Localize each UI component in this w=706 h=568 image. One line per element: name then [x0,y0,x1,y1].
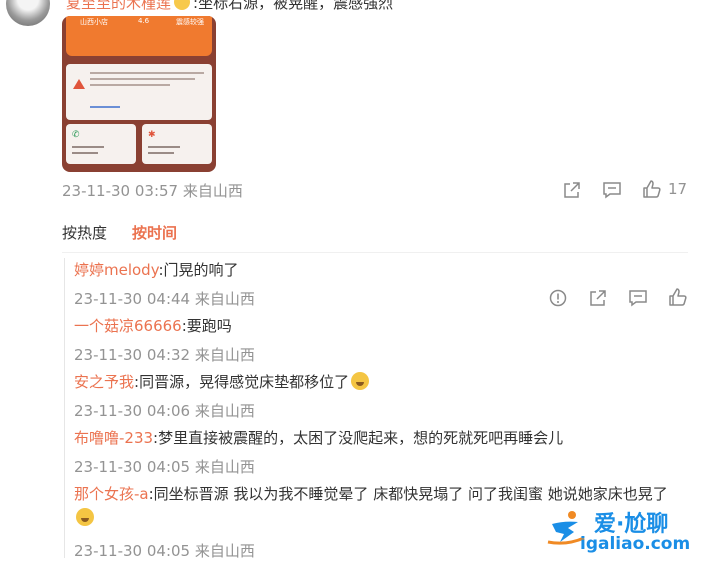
sort-by-time[interactable]: 按时间 [132,222,177,243]
reply-meta: 23-11-30 04:44 来自山西 [74,290,255,308]
divider [62,252,688,253]
emoji-icon [174,0,191,10]
like-icon[interactable] [668,287,688,307]
avatar[interactable] [6,0,50,26]
reply-item: 婷婷melody:门晃的响了 [74,258,684,282]
warning-icon [73,79,85,89]
reply-author[interactable]: 那个女孩-a [74,485,149,503]
comment-icon[interactable] [628,288,648,308]
phone-icon: ✆ [72,130,80,140]
thumbnail-header: 山西小店 4.6 震感较强 [66,16,212,56]
comment-icon[interactable] [602,180,622,200]
reply-meta: 23-11-30 04:05 来自山西 [74,542,255,560]
like-icon[interactable] [642,179,662,199]
reply-meta: 23-11-30 04:05 来自山西 [74,458,255,476]
thumbnail-card-call: ✆ [66,124,136,164]
reply-text: :同晋源，晃得感觉床垫都移位了 [134,373,350,391]
replies-thread-line [64,258,65,558]
reply-author[interactable]: 布噜噜-233 [74,429,153,447]
reply-item: 布噜噜-233:梦里直接被震醒的，太困了没爬起来，想的死就死吧再睡会儿 [74,426,684,450]
watermark-url: igaliao.com [580,534,691,554]
post-meta: 23-11-30 03:57 来自山西 [62,182,243,200]
thumbnail-location: 山西小店 [80,18,108,26]
watermark: 爱·尬聊 igaliao.com [540,498,706,568]
sort-by-hot[interactable]: 按热度 [62,222,107,243]
reply-text: :门晃的响了 [158,261,239,279]
reply-meta: 23-11-30 04:06 来自山西 [74,402,255,420]
reply-author[interactable]: 婷婷melody [74,261,159,279]
post-author[interactable]: 夏至至的木槿莲 [66,0,171,12]
emoji-icon [351,372,370,390]
post-content: :坐标右源，被晃醒，震感强烈 [193,0,394,12]
reply-meta: 23-11-30 04:32 来自山西 [74,346,255,364]
thumbnail-card-report: ✱ [142,124,212,164]
like-count: 17 [668,180,688,198]
reply-text: :梦里直接被震醒的，太困了没爬起来，想的死就死吧再睡会儿 [153,429,564,447]
reply-author[interactable]: 一个菇凉66666 [74,317,182,335]
reply-author[interactable]: 安之予我 [74,373,134,391]
share-icon[interactable] [562,180,582,200]
report-icon[interactable] [548,288,568,308]
share-icon[interactable] [588,288,608,308]
reply-text: :要跑吗 [181,317,232,335]
thumbnail-intensity: 震感较强 [176,18,204,26]
asterisk-icon: ✱ [148,130,156,140]
emoji-icon [76,508,94,526]
reply-item: 安之予我:同晋源，晃得感觉床垫都移位了 [74,370,684,394]
thumbnail-magnitude: 4.6 [138,17,150,25]
thumbnail-warning-card [66,64,212,120]
post-image-thumbnail[interactable]: 山西小店 4.6 震感较强 ✆ ✱ [62,16,216,172]
post-text: 夏至至的木槿莲 :坐标右源，被晃醒，震感强烈 [66,0,393,13]
reply-item: 一个菇凉66666:要跑吗 [74,314,684,338]
